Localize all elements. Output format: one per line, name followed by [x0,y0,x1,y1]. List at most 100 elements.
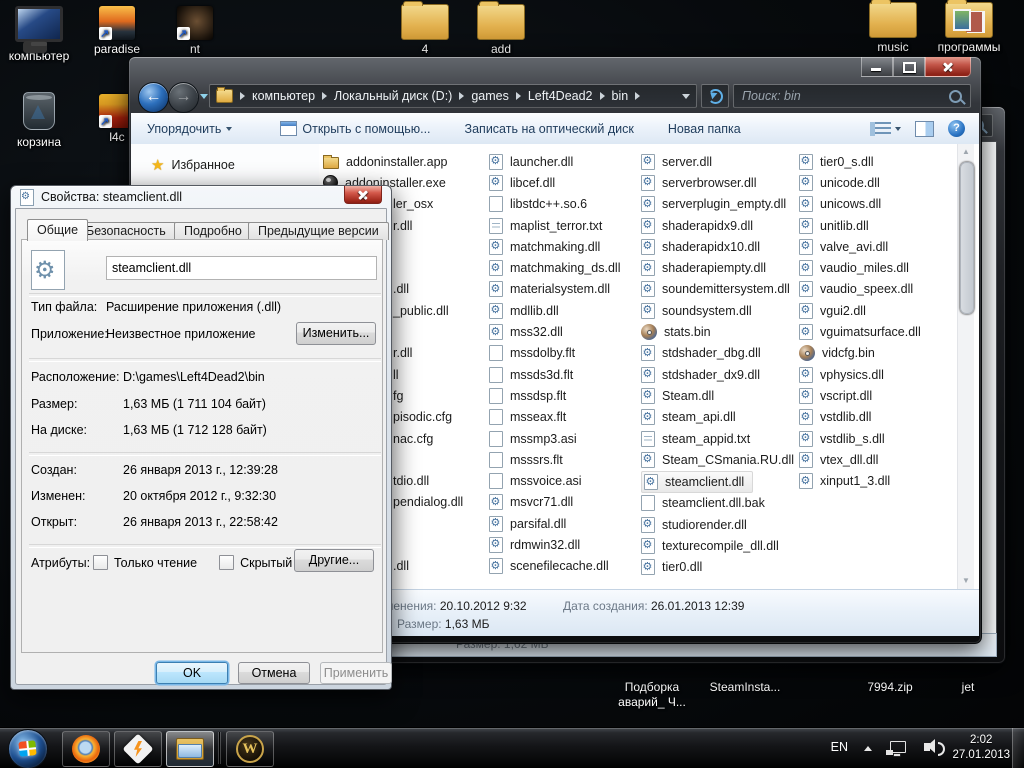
file-row[interactable]: matchmaking_ds.dll [489,257,641,278]
file-row[interactable]: steamclient.dll [641,471,753,492]
file-row[interactable]: libcef.dll [489,172,641,193]
desktop-icon-label[interactable]: SteamInsta... [700,680,790,695]
minimize-button[interactable] [861,57,893,77]
taskbar-item-explorer[interactable] [166,731,214,767]
network-icon[interactable] [890,741,906,753]
file-row[interactable]: shaderapidx9.dll [641,215,799,236]
organize-button[interactable]: Упорядочить [137,117,242,141]
show-desktop-button[interactable] [1012,728,1024,768]
recent-pages-chevron-icon[interactable] [200,94,208,99]
desktop-icon-recycle-bin[interactable]: корзина [0,92,78,149]
change-button[interactable]: Изменить... [296,322,376,345]
file-row[interactable]: msvcr71.dll [489,492,641,513]
scroll-down-icon[interactable]: ▼ [958,573,974,589]
file-row[interactable]: vtex_dll.dll [799,449,951,470]
search-input[interactable]: Поиск: bin [733,84,971,108]
dialog-tab[interactable]: Общие [27,219,88,241]
file-row[interactable]: stats.bin [641,321,799,342]
breadcrumb-item[interactable]: Left4Dead2 [509,89,593,103]
desktop-icon-folder-4[interactable]: 4 [386,4,464,56]
file-row[interactable]: shaderapidx10.dll [641,236,799,257]
file-row[interactable]: mssvoice.asi [489,470,641,491]
desktop-icon-label[interactable]: 7994.zip [845,680,935,695]
ok-button[interactable]: OK [156,662,228,684]
dialog-close-button[interactable] [344,186,382,204]
cancel-button[interactable]: Отмена [238,662,310,684]
file-row[interactable]: vphysics.dll [799,364,951,385]
file-row[interactable]: steam_api.dll [641,407,799,428]
file-row[interactable]: mssmp3.asi [489,428,641,449]
file-row[interactable]: serverbrowser.dll [641,172,799,193]
address-dropdown-icon[interactable] [682,94,690,99]
file-row[interactable]: addoninstaller.app [323,151,491,172]
file-row[interactable]: materialsystem.dll [489,279,641,300]
change-view-button[interactable] [870,122,901,136]
desktop-icon-label[interactable]: jet [940,680,996,695]
file-row[interactable]: tier0_s.dll [799,151,951,172]
file-row[interactable]: stdshader_dbg.dll [641,343,799,364]
file-row[interactable]: vaudio_speex.dll [799,279,951,300]
file-row[interactable]: mss32.dll [489,321,641,342]
file-row[interactable]: mssds3d.flt [489,364,641,385]
file-row[interactable]: vscript.dll [799,385,951,406]
file-row[interactable]: msssrs.flt [489,449,641,470]
readonly-checkbox[interactable] [93,555,108,570]
file-row[interactable]: vgui2.dll [799,300,951,321]
refresh-button[interactable] [701,84,729,108]
file-row[interactable]: libstdc++.so.6 [489,194,641,215]
taskbar-item-winamp[interactable] [114,731,162,767]
file-row[interactable]: soundemittersystem.dll [641,279,799,300]
volume-icon[interactable] [924,743,930,751]
breadcrumb-item[interactable]: Локальный диск (D:) [315,89,452,103]
file-row[interactable]: tier0.dll [641,557,799,578]
file-row[interactable]: vaudio_miles.dll [799,257,951,278]
language-indicator[interactable]: EN [831,740,848,754]
burn-button[interactable]: Записать на оптический диск [455,117,644,141]
file-row[interactable]: xinput1_3.dll [799,470,951,491]
scroll-up-icon[interactable]: ▲ [958,144,974,160]
vertical-scrollbar[interactable]: ▲ ▼ [957,144,974,589]
file-row[interactable]: mssdolby.flt [489,343,641,364]
start-button[interactable] [8,729,48,768]
desktop-icon-nt[interactable]: nt [156,6,234,56]
file-row[interactable]: scenefilecache.dll [489,556,641,577]
maximize-button[interactable] [893,57,925,77]
other-attributes-button[interactable]: Другие... [294,549,374,572]
file-row[interactable]: vstdlib_s.dll [799,428,951,449]
hidden-checkbox[interactable] [219,555,234,570]
file-row[interactable]: parsifal.dll [489,513,641,534]
open-with-button[interactable]: Открыть с помощью... [270,117,440,141]
file-row[interactable]: Steam_CSmania.RU.dll [641,449,799,470]
file-row[interactable]: steamclient.dll.bak [641,493,799,514]
desktop-icon-computer[interactable]: компьютер [0,6,78,63]
dialog-tab[interactable]: Подробно [174,222,252,240]
file-row[interactable]: unitlib.dll [799,215,951,236]
back-button[interactable]: ← [138,82,169,113]
desktop-icon-paradise[interactable]: paradise [78,6,156,56]
file-row[interactable]: msseax.flt [489,407,641,428]
file-name-field[interactable]: steamclient.dll [106,256,377,280]
file-row[interactable]: mdllib.dll [489,300,641,321]
file-row[interactable]: vguimatsurface.dll [799,321,951,342]
file-row[interactable]: vidcfg.bin [799,343,951,364]
file-row[interactable]: vstdlib.dll [799,407,951,428]
address-bar[interactable]: компьютерЛокальный диск (D:)gamesLeft4De… [209,84,697,108]
close-button[interactable] [925,57,971,77]
clock[interactable]: 2:02 27.01.2013 [952,733,1010,763]
file-row[interactable]: stdshader_dx9.dll [641,364,799,385]
sidebar-item-favorites[interactable]: ★ Избранное [151,156,235,174]
desktop-icon-music[interactable]: music [854,2,932,54]
show-hidden-icons-button[interactable] [864,746,872,751]
file-row[interactable]: serverplugin_empty.dll [641,194,799,215]
file-row[interactable]: steam_appid.txt [641,428,799,449]
dialog-tab[interactable]: Предыдущие версии [248,222,389,240]
forward-button[interactable]: → [168,82,199,113]
taskbar-item-firefox[interactable] [62,731,110,767]
file-row[interactable]: matchmaking.dll [489,236,641,257]
file-row[interactable]: shaderapiempty.dll [641,257,799,278]
file-row[interactable]: unicows.dll [799,194,951,215]
desktop-icon-label[interactable]: Подборка аварий_ Ч... [604,680,700,710]
taskbar-item-wow[interactable]: W [226,731,274,767]
dialog-tab[interactable]: Безопасность [76,222,176,240]
apply-button[interactable]: Применить [320,662,392,684]
